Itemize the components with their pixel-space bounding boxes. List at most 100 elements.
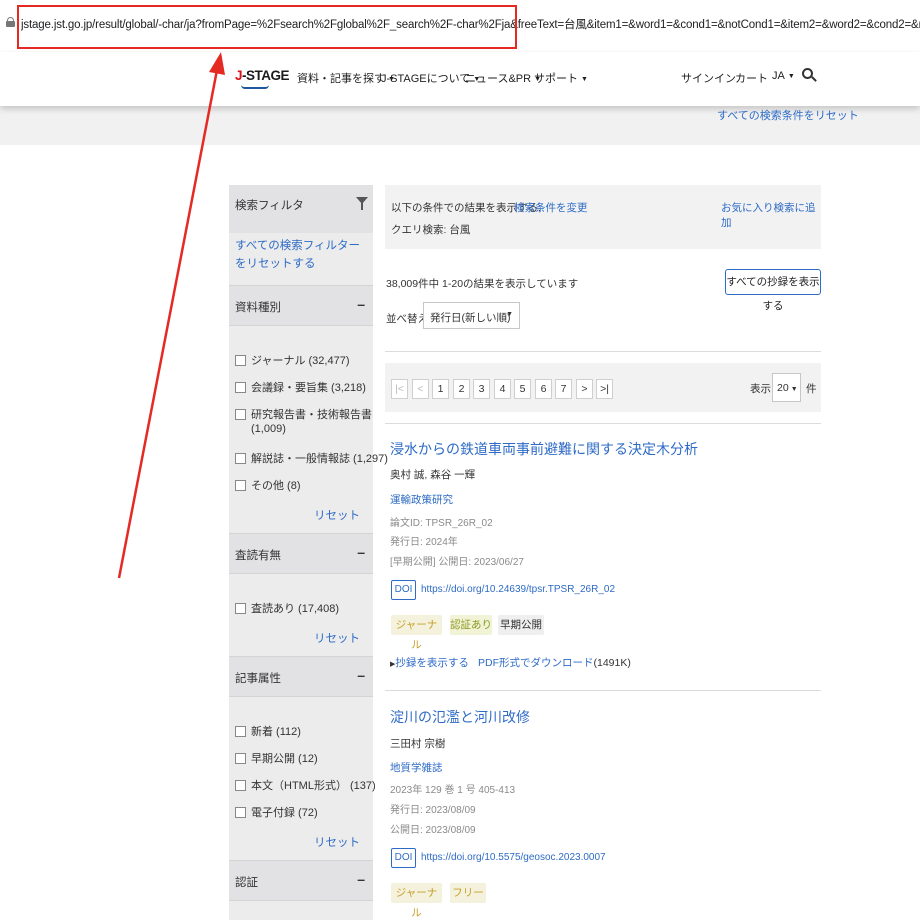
nav-news-pr[interactable]: ニュース&PR ▼ [465, 70, 541, 86]
filter-option-proceedings[interactable]: 会議録・要旨集 (3,218) [235, 379, 366, 395]
result-release-date-1: [早期公開] 公開日: 2023/06/27 [390, 557, 524, 568]
per-page-unit: 件 [806, 383, 817, 395]
section-auth-header[interactable]: 認証 – [229, 861, 373, 901]
checkbox[interactable] [235, 726, 246, 737]
change-conditions-link[interactable]: 検索条件を変更 [514, 200, 588, 215]
doi-badge: DOI [391, 848, 416, 868]
checkbox[interactable] [235, 355, 246, 366]
checkbox[interactable] [235, 603, 246, 614]
prev-page-button[interactable]: < [412, 379, 429, 399]
lock-icon[interactable] [6, 17, 15, 27]
result-journal-1[interactable]: 運輸政策研究 [390, 492, 453, 507]
nav-support[interactable]: サポート ▼ [534, 70, 588, 86]
reset-peer-review-link[interactable]: リセット [314, 630, 360, 646]
collapse-icon[interactable]: – [357, 871, 365, 887]
collapse-icon[interactable]: – [357, 667, 365, 683]
result-volume-2: 2023年 129 巻 1 号 405-413 [390, 785, 516, 796]
divider [385, 423, 821, 424]
result-journal-2[interactable]: 地質学雑誌 [390, 760, 443, 775]
show-abstract-toggle[interactable]: ▶抄録を表示する [390, 655, 469, 670]
result-authors-1: 奥村 誠, 森谷 一輝 [390, 469, 476, 481]
arrow-shaft [117, 69, 219, 579]
first-page-button[interactable]: |< [391, 379, 408, 399]
signin-link[interactable]: サインイン [681, 70, 736, 86]
checkbox[interactable] [235, 780, 246, 791]
filter-option-early-access[interactable]: 早期公開 (12) [235, 750, 318, 766]
result-title-1[interactable]: 浸水からの鉄道車両事前避難に関する決定木分析 [390, 439, 698, 459]
result-doi-link-2[interactable]: https://doi.org/10.5575/geosoc.2023.0007 [421, 852, 606, 863]
filter-option-reports[interactable]: 研究報告書・技術報告書 [235, 406, 372, 422]
reset-all-search-conditions-link[interactable]: すべての検索条件をリセット [717, 107, 859, 123]
sort-label: 並べ替え [386, 313, 428, 325]
filter-option-other[interactable]: その他 (8) [235, 477, 301, 493]
divider [385, 690, 821, 691]
section-peer-review-header[interactable]: 査読有無 – [229, 534, 373, 574]
filter-option-html-fulltext[interactable]: 本文（HTML形式） (137) [235, 777, 376, 793]
next-page-button[interactable]: > [576, 379, 593, 399]
page-5-button[interactable]: 5 [514, 379, 531, 399]
tag-free: フリー [450, 883, 486, 903]
reset-article-attr-link[interactable]: リセット [314, 834, 360, 850]
checkbox[interactable] [235, 807, 246, 818]
query-text: クエリ検索: 台風 [391, 224, 471, 236]
caret-down-icon: ▼ [787, 73, 795, 80]
pagination: |< < 1 2 3 4 5 6 7 > >| 表示 20 ▼ 件 [385, 363, 821, 412]
filter-option-journal[interactable]: ジャーナル (32,477) [235, 352, 349, 368]
checkbox[interactable] [235, 382, 246, 393]
sort-select[interactable]: 発行日(新しい順) ▼ [423, 302, 520, 329]
result-article-id-1: 論文ID: TPSR_26R_02 [390, 518, 493, 529]
tag-journal: ジャーナル [391, 615, 442, 651]
filter-option-new[interactable]: 新着 (112) [235, 723, 301, 739]
filter-option-supplement[interactable]: 電子付録 (72) [235, 804, 318, 820]
caret-down-icon: ▼ [506, 311, 513, 318]
collapse-icon[interactable]: – [357, 544, 365, 560]
url-highlight-box [17, 5, 517, 49]
result-pub-date-2: 発行日: 2023/08/09 [390, 805, 476, 816]
per-page-label: 表示 [750, 383, 771, 395]
result-authors-2: 三田村 宗樹 [390, 738, 446, 750]
language-select[interactable]: JA ▼ [772, 70, 795, 82]
divider [385, 351, 821, 352]
page-6-button[interactable]: 6 [535, 379, 552, 399]
doi-badge: DOI [391, 580, 416, 600]
jstage-logo[interactable]: J-STAGE [235, 68, 290, 89]
collapse-icon[interactable]: – [357, 296, 365, 312]
page-2-button[interactable]: 2 [453, 379, 470, 399]
pdf-download-link[interactable]: PDF形式でダウンロード(1491K) [478, 655, 631, 670]
caret-down-icon: ▼ [581, 76, 588, 83]
tag-journal: ジャーナル [391, 883, 442, 919]
checkbox[interactable] [235, 453, 246, 464]
cart-link[interactable]: カート [735, 70, 768, 86]
per-page-select[interactable]: 20 ▼ [772, 373, 801, 402]
page-1-button[interactable]: 1 [432, 379, 449, 399]
section-article-attr-header[interactable]: 記事属性 – [229, 657, 373, 697]
page-4-button[interactable]: 4 [494, 379, 511, 399]
filter-sidebar: 検索フィルタ すべての検索フィルターをリセットする 資料種別 – ジャーナル (3… [229, 185, 388, 920]
show-all-abstracts-button[interactable]: すべての抄録を表示する [725, 269, 821, 312]
results-count: 38,009件中 1-20の結果を表示しています [386, 278, 579, 290]
filter-option-reports-count: (1,009) [251, 423, 286, 435]
reset-doc-type-link[interactable]: リセット [314, 507, 360, 523]
tag-early-access: 早期公開 [498, 615, 544, 635]
checkbox[interactable] [235, 480, 246, 491]
reset-all-filters-link[interactable]: すべての検索フィルターをリセットする [235, 237, 369, 273]
tag-peer-reviewed: 認証あり [450, 615, 492, 635]
search-conditions-box: 以下の条件での結果を表示する: 検索条件を変更 お気に入り検索に追加 クエリ検索… [385, 185, 821, 249]
filter-option-peer-reviewed[interactable]: 査読あり (17,408) [235, 600, 339, 616]
filter-option-magazines[interactable]: 解説誌・一般情報誌 (1,297) [235, 450, 388, 466]
result-release-date-2: 公開日: 2023/08/09 [390, 825, 476, 836]
filter-title: 検索フィルタ [235, 200, 304, 212]
checkbox[interactable] [235, 409, 246, 420]
page-7-button[interactable]: 7 [555, 379, 572, 399]
result-title-2[interactable]: 淀川の氾濫と河川改修 [390, 707, 530, 727]
checkbox[interactable] [235, 753, 246, 764]
last-page-button[interactable]: >| [596, 379, 613, 399]
result-pub-date-1: 発行日: 2024年 [390, 537, 458, 548]
search-icon[interactable] [802, 68, 817, 82]
filter-header: 検索フィルタ [229, 185, 373, 233]
caret-down-icon: ▼ [790, 386, 798, 393]
page-3-button[interactable]: 3 [473, 379, 490, 399]
section-doc-type-header[interactable]: 資料種別 – [229, 286, 373, 326]
result-doi-link-1[interactable]: https://doi.org/10.24639/tpsr.TPSR_26R_0… [421, 584, 615, 595]
save-search-link[interactable]: お気に入り検索に追加 [721, 200, 821, 230]
